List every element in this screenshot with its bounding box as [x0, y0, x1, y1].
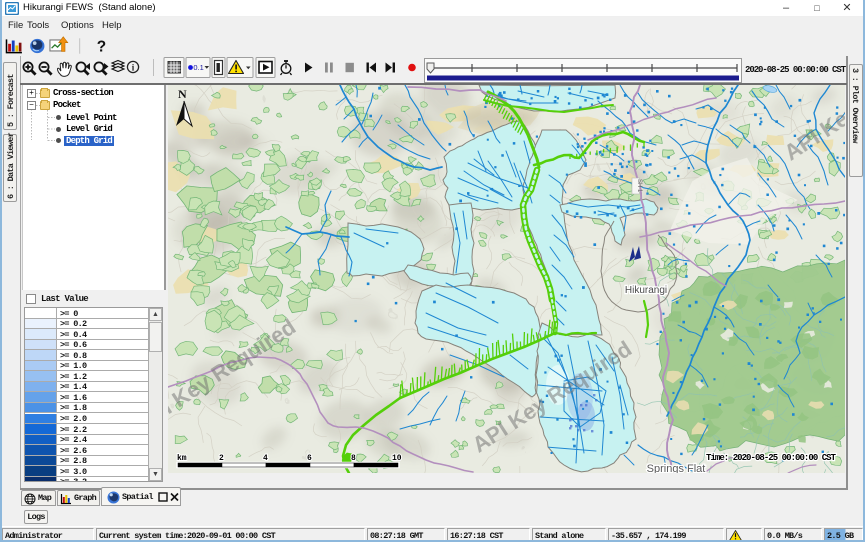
svg-text:0.1: 0.1: [193, 63, 203, 72]
svg-text:6 : Data Viewer: 6 : Data Viewer: [6, 132, 16, 199]
svg-text:Springs Flat: Springs Flat: [647, 463, 706, 473]
svg-text:i: i: [132, 63, 135, 73]
svg-text:Hikurangi: Hikurangi: [625, 285, 667, 296]
svg-text:km: km: [177, 454, 187, 463]
svg-text:4: 4: [263, 454, 268, 463]
svg-text:N: N: [178, 87, 187, 101]
svg-text:Time: 2020-08-25 00:00:00 CST: Time: 2020-08-25 00:00:00 CST: [706, 453, 837, 463]
svg-text:2: 2: [219, 454, 224, 463]
svg-text:SH 1: SH 1: [636, 179, 642, 193]
svg-text:3 : Plot Overview: 3 : Plot Overview: [850, 68, 860, 144]
svg-text:8: 8: [351, 454, 356, 463]
svg-text:10: 10: [392, 454, 402, 463]
svg-text:6: 6: [307, 454, 312, 463]
